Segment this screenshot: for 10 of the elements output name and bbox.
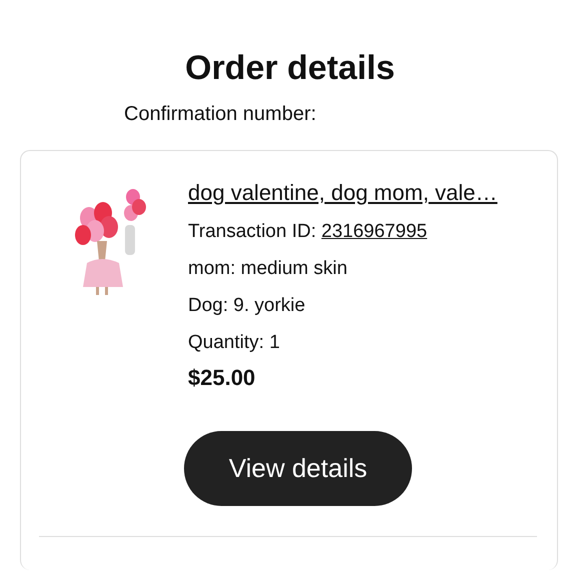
page-title: Order details <box>184 48 396 88</box>
view-details-button[interactable]: View details <box>184 431 412 506</box>
product-title-link[interactable]: dog valentine, dog mom, vale… <box>188 173 498 213</box>
price: $25.00 <box>188 364 256 392</box>
transaction-label: Transaction ID: <box>188 221 316 242</box>
confirmation-label: Confirmation number: <box>124 102 318 126</box>
transaction-id-link[interactable]: 2316967995 <box>321 221 428 242</box>
item-option: Dog: 9. yorkie <box>188 287 498 324</box>
item-option: Quantity: 1 <box>188 324 498 361</box>
item-option: mom: medium skin <box>188 250 498 287</box>
